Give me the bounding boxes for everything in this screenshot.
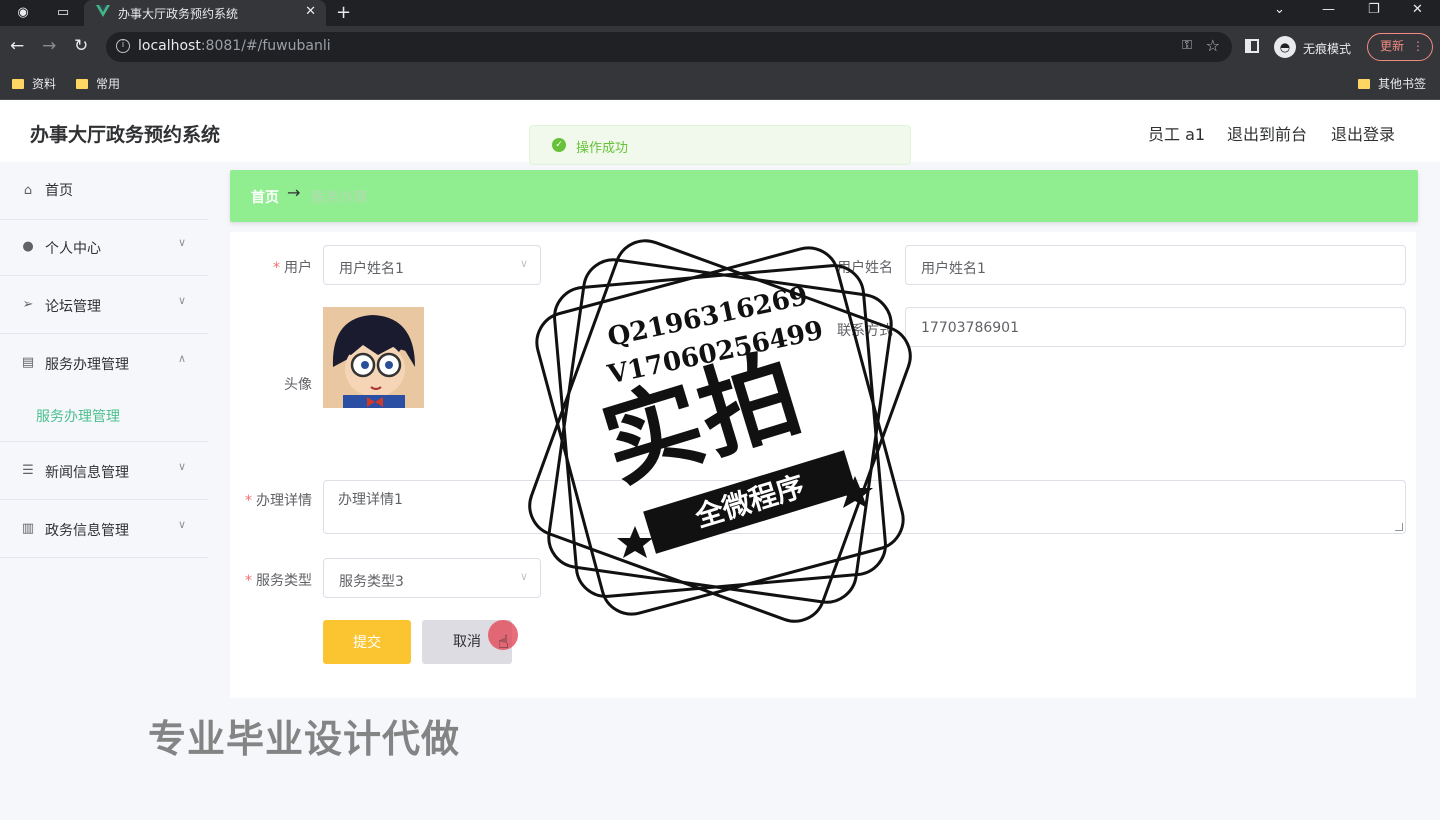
chevron-down-icon: ∨ [177, 518, 186, 531]
folder-icon [76, 79, 88, 89]
tab-close-icon[interactable]: ✕ [305, 4, 316, 19]
tab-search-chevron-icon[interactable]: ⌄ [1274, 2, 1285, 17]
service-type-label: * 服务类型 [245, 573, 312, 589]
cartoon-avatar-icon [323, 307, 424, 408]
folder-icon [1358, 79, 1370, 89]
detail-label: * 办理详情 [245, 493, 312, 509]
sidebar-item-service[interactable]: ▤ 服务办理管理 ∧ 服务办理管理 [0, 334, 208, 442]
site-title: 办事大厅政务预约系统 [30, 124, 221, 146]
reload-icon[interactable]: ↻ [74, 36, 88, 56]
message-icon: ▤ [21, 355, 35, 370]
url-bar[interactable]: i localhost:8081/#/fuwubanli ⚿ ☆ [106, 32, 1232, 62]
address-toolbar: ← → ↻ i localhost:8081/#/fuwubanli ⚿ ☆ ◓… [0, 26, 1440, 68]
bar-chart-icon: ▥ [21, 521, 35, 536]
key-icon[interactable]: ⚿ [1182, 38, 1192, 53]
watermark-text: 专业毕业设计代做 [148, 717, 461, 761]
back-icon[interactable]: ← [10, 36, 24, 56]
sidebar-item-home[interactable]: ⌂ 首页 [0, 162, 208, 220]
submit-button[interactable]: 提交 [323, 620, 411, 664]
folder-icon [12, 79, 24, 89]
update-button[interactable]: 更新 ⋮ [1367, 33, 1433, 61]
current-user: 员工 a1 [1148, 125, 1206, 144]
restore-icon[interactable]: ❐ [1368, 2, 1380, 17]
home-icon: ⌂ [23, 183, 33, 198]
logout-link[interactable]: 退出登录 [1331, 121, 1395, 145]
breadcrumb-current: 服务办理 [311, 190, 367, 206]
chevron-down-icon: ∨ [177, 236, 186, 249]
new-tab-icon[interactable]: + [336, 2, 351, 23]
service-type-select[interactable]: 服务类型3 ∨ [323, 558, 541, 598]
forward-icon[interactable]: → [42, 36, 56, 56]
user-label: * 用户 [273, 260, 312, 276]
username-input[interactable]: 用户姓名1 [905, 245, 1406, 285]
window-close-icon[interactable]: ✕ [1412, 2, 1423, 17]
breadcrumb: 首页 → 服务办理 [230, 170, 1418, 222]
url-text: localhost:8081/#/fuwubanli [138, 38, 331, 54]
send-icon: ➢ [22, 297, 34, 312]
success-toast: ✓ 操作成功 [529, 125, 911, 165]
arrow-right-icon: → [287, 183, 301, 202]
sidebar-item-gov-info[interactable]: ▥ 政务信息管理 ∨ [0, 500, 208, 558]
site-info-icon[interactable]: i [116, 39, 130, 53]
sidebar-item-news[interactable]: ☰ 新闻信息管理 ∨ [0, 442, 208, 500]
avatar-image[interactable] [323, 307, 424, 408]
bookmark-folder-2[interactable]: 常用 [76, 75, 120, 92]
incognito-icon: ◓ [1274, 36, 1296, 58]
browser-tab-bar: ◉ ▭ 办事大厅政务预约系统 ✕ + ⌄ — ❐ ✕ [0, 0, 1440, 26]
vue-logo-icon [96, 5, 110, 17]
back-to-front-link[interactable]: 退出到前台 [1227, 121, 1307, 145]
breadcrumb-home[interactable]: 首页 [251, 187, 279, 207]
window-icon[interactable]: ▭ [52, 3, 74, 23]
bookmark-star-icon[interactable]: ☆ [1206, 36, 1220, 55]
avatar-label: 头像 [284, 377, 312, 393]
chevron-down-icon: ∨ [177, 294, 186, 307]
minimize-icon[interactable]: — [1322, 2, 1335, 17]
sidebar-item-personal-center[interactable]: ● 个人中心 ∨ [0, 218, 208, 276]
tab-title: 办事大厅政务预约系统 [118, 7, 239, 21]
chevron-up-icon: ∧ [177, 352, 186, 365]
user-icon: ● [22, 239, 34, 254]
resize-handle-icon[interactable] [1395, 523, 1403, 531]
bookmarks-bar: 资料 常用 其他书签 [0, 68, 1440, 100]
menu-dots-icon[interactable]: ⋮ [1412, 34, 1424, 59]
contact-input[interactable]: 17703786901 [905, 307, 1406, 347]
sidebar-subitem-service[interactable]: 服务办理管理 [36, 406, 120, 426]
side-panel-icon[interactable] [1245, 39, 1259, 53]
browser-tab[interactable]: 办事大厅政务预约系统 ✕ [84, 0, 326, 26]
toast-message: 操作成功 [576, 141, 629, 156]
sidebar-item-forum[interactable]: ➢ 论坛管理 ∨ [0, 276, 208, 334]
chevron-down-icon: ∨ [177, 460, 186, 473]
globe-icon[interactable]: ◉ [12, 3, 34, 23]
hand-cursor-icon: ☝ [498, 632, 509, 653]
bookmark-folder-1[interactable]: 资料 [12, 75, 56, 92]
incognito-label: 无痕模式 [1303, 42, 1352, 56]
user-select[interactable]: 用户姓名1 ∨ [323, 245, 541, 285]
check-circle-icon: ✓ [552, 138, 566, 152]
other-bookmarks[interactable]: 其他书签 [1358, 75, 1426, 92]
list-icon: ☰ [22, 463, 34, 478]
